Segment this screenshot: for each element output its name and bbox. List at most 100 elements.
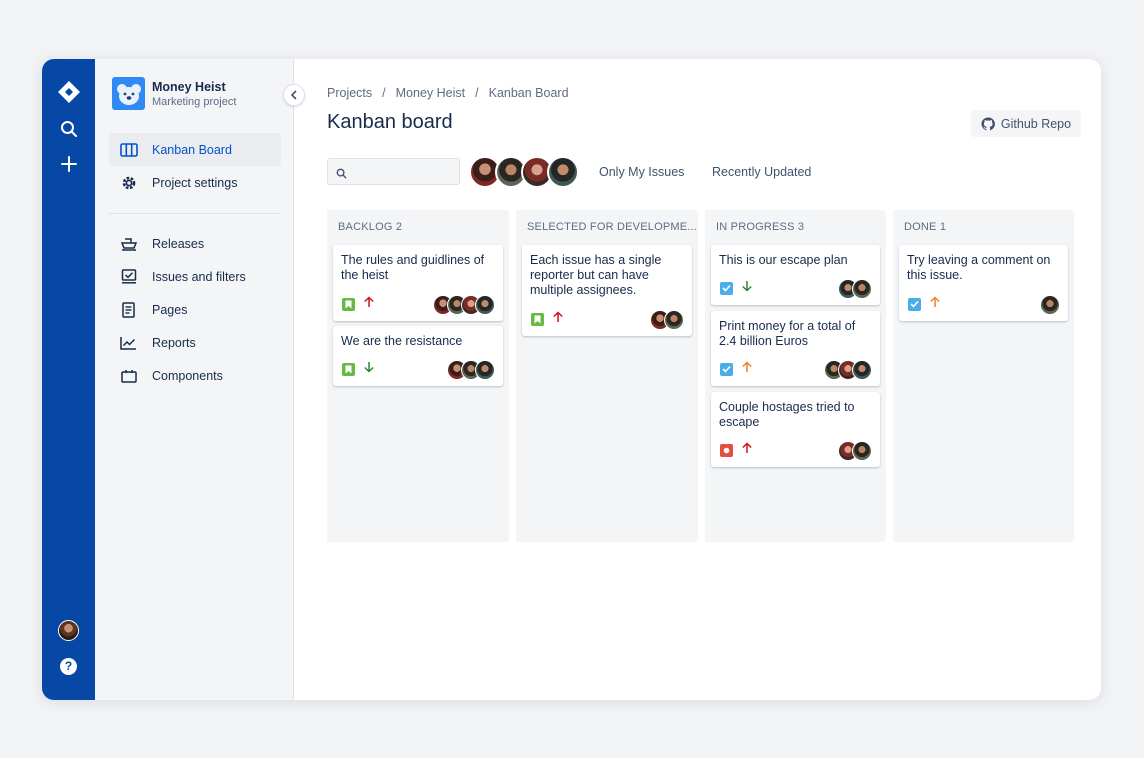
page-title: Kanban board bbox=[327, 111, 453, 133]
breadcrumb-project[interactable]: Money Heist bbox=[396, 86, 465, 100]
assignee-avatars bbox=[824, 360, 872, 380]
assignee-avatar[interactable] bbox=[1040, 295, 1060, 315]
reports-icon bbox=[119, 333, 138, 352]
breadcrumb-projects[interactable]: Projects bbox=[327, 86, 372, 100]
search-icon[interactable] bbox=[42, 117, 95, 141]
project-type: Marketing project bbox=[152, 95, 237, 108]
bug-icon bbox=[720, 443, 733, 457]
priority-high-icon bbox=[741, 441, 753, 459]
priority-medium-icon bbox=[929, 295, 941, 313]
column-title: BACKLOG 2 bbox=[338, 221, 403, 233]
issue-summary: Print money for a total of 2.4 billion E… bbox=[719, 319, 856, 348]
issues-icon bbox=[119, 267, 138, 286]
github-icon bbox=[981, 116, 995, 130]
story-icon bbox=[531, 312, 544, 326]
ship-icon bbox=[119, 234, 138, 253]
collapse-sidebar-button[interactable] bbox=[283, 84, 305, 106]
project-name: Money Heist bbox=[152, 79, 226, 94]
board-icon bbox=[119, 140, 138, 159]
board-column-in-progress: IN PROGRESS 3 This is our escape plan Pr… bbox=[705, 210, 886, 542]
assignee-avatar[interactable] bbox=[475, 295, 495, 315]
assignee-avatar[interactable] bbox=[664, 310, 684, 330]
issue-card[interactable]: We are the resistance bbox=[333, 326, 503, 386]
issue-summary: This is our escape plan bbox=[719, 253, 848, 267]
column-title: IN PROGRESS 3 bbox=[716, 221, 805, 233]
project-header: Money Heist Marketing project bbox=[112, 77, 236, 110]
issue-card[interactable]: Each issue has a single reporter but can… bbox=[522, 245, 692, 336]
sidebar-item-label: Reports bbox=[152, 335, 196, 350]
project-avatar-icon bbox=[112, 77, 145, 110]
component-icon bbox=[119, 366, 138, 385]
assignee-avatars bbox=[1040, 295, 1060, 315]
breadcrumb-separator: / bbox=[475, 86, 479, 100]
sidebar-item-project-settings[interactable]: Project settings bbox=[109, 166, 281, 199]
sidebar-item-issues-and-filters[interactable]: Issues and filters bbox=[109, 260, 281, 293]
create-icon[interactable] bbox=[42, 152, 95, 176]
breadcrumb-separator: / bbox=[382, 86, 386, 100]
user-filter-avatar[interactable] bbox=[547, 156, 579, 188]
issue-card[interactable]: Try leaving a comment on this issue. bbox=[899, 245, 1068, 321]
sidebar-item-components[interactable]: Components bbox=[109, 359, 281, 392]
issue-summary: The rules and guidlines of the heist bbox=[341, 253, 485, 282]
sidebar-item-reports[interactable]: Reports bbox=[109, 326, 281, 359]
issue-card[interactable]: Couple hostages tried to escape bbox=[711, 392, 880, 467]
sidebar-item-label: Issues and filters bbox=[152, 269, 246, 284]
column-title: SELECTED FOR DEVELOPME... bbox=[527, 221, 698, 233]
user-filter-avatars bbox=[469, 156, 579, 188]
issue-card[interactable]: The rules and guidlines of the heist bbox=[333, 245, 503, 321]
priority-high-icon bbox=[363, 295, 375, 313]
issue-card[interactable]: This is our escape plan bbox=[711, 245, 880, 305]
sidebar-item-label: Project settings bbox=[152, 175, 238, 190]
help-icon[interactable]: ? bbox=[42, 654, 95, 678]
main-content: Projects / Money Heist / Kanban Board Ka… bbox=[294, 59, 1101, 700]
jira-logo-icon[interactable] bbox=[42, 79, 95, 105]
issue-summary: We are the resistance bbox=[341, 334, 463, 348]
sidebar-item-label: Components bbox=[152, 368, 223, 383]
assignee-avatars bbox=[650, 310, 684, 330]
priority-low-icon bbox=[741, 279, 753, 297]
project-sidebar: Money Heist Marketing project Kanban Boa… bbox=[95, 59, 305, 700]
board-column-selected: SELECTED FOR DEVELOPME... Each issue has… bbox=[516, 210, 698, 542]
assignee-avatars bbox=[838, 279, 872, 299]
global-nav: ? bbox=[42, 59, 95, 700]
github-button-label: Github Repo bbox=[1000, 116, 1072, 131]
assignee-avatar[interactable] bbox=[852, 441, 872, 461]
task-icon bbox=[908, 297, 921, 311]
assignee-avatar[interactable] bbox=[475, 360, 495, 380]
task-icon bbox=[720, 362, 733, 376]
gear-icon bbox=[119, 173, 138, 192]
sidebar-item-label: Releases bbox=[152, 236, 205, 251]
sidebar-item-kanban-board[interactable]: Kanban Board bbox=[109, 133, 281, 166]
app-window: ? Money Heist Marketing project Kanban B… bbox=[42, 59, 1101, 700]
issue-summary: Couple hostages tried to escape bbox=[719, 400, 855, 429]
sidebar-item-pages[interactable]: Pages bbox=[109, 293, 281, 326]
issue-summary: Each issue has a single reporter but can… bbox=[530, 253, 662, 297]
board-column-done: DONE 1 Try leaving a comment on this iss… bbox=[893, 210, 1074, 542]
assignee-avatar[interactable] bbox=[852, 360, 872, 380]
only-my-issues-filter[interactable]: Only My Issues bbox=[599, 165, 684, 179]
breadcrumb: Projects / Money Heist / Kanban Board bbox=[327, 86, 569, 100]
issue-summary: Try leaving a comment on this issue. bbox=[907, 253, 1051, 282]
sidebar-divider bbox=[109, 213, 281, 214]
profile-avatar[interactable] bbox=[42, 618, 95, 642]
assignee-avatars bbox=[447, 360, 495, 380]
assignee-avatars bbox=[838, 441, 872, 461]
story-icon bbox=[342, 362, 355, 376]
issue-card[interactable]: Print money for a total of 2.4 billion E… bbox=[711, 311, 880, 386]
board-column-backlog: BACKLOG 2 The rules and guidlines of the… bbox=[327, 210, 509, 542]
sidebar-item-label: Kanban Board bbox=[152, 142, 232, 157]
task-icon bbox=[720, 281, 733, 295]
breadcrumb-board[interactable]: Kanban Board bbox=[489, 86, 569, 100]
story-icon bbox=[342, 297, 355, 311]
sidebar-item-releases[interactable]: Releases bbox=[109, 227, 281, 260]
assignee-avatar[interactable] bbox=[852, 279, 872, 299]
page-icon bbox=[119, 300, 138, 319]
recently-updated-filter[interactable]: Recently Updated bbox=[712, 165, 811, 179]
column-title: DONE 1 bbox=[904, 221, 947, 233]
github-repo-button[interactable]: Github Repo bbox=[971, 110, 1081, 137]
assignee-avatars bbox=[433, 295, 495, 315]
priority-medium-icon bbox=[741, 360, 753, 378]
search-icon bbox=[336, 166, 347, 184]
priority-low-icon bbox=[363, 360, 375, 378]
priority-high-icon bbox=[552, 310, 564, 328]
